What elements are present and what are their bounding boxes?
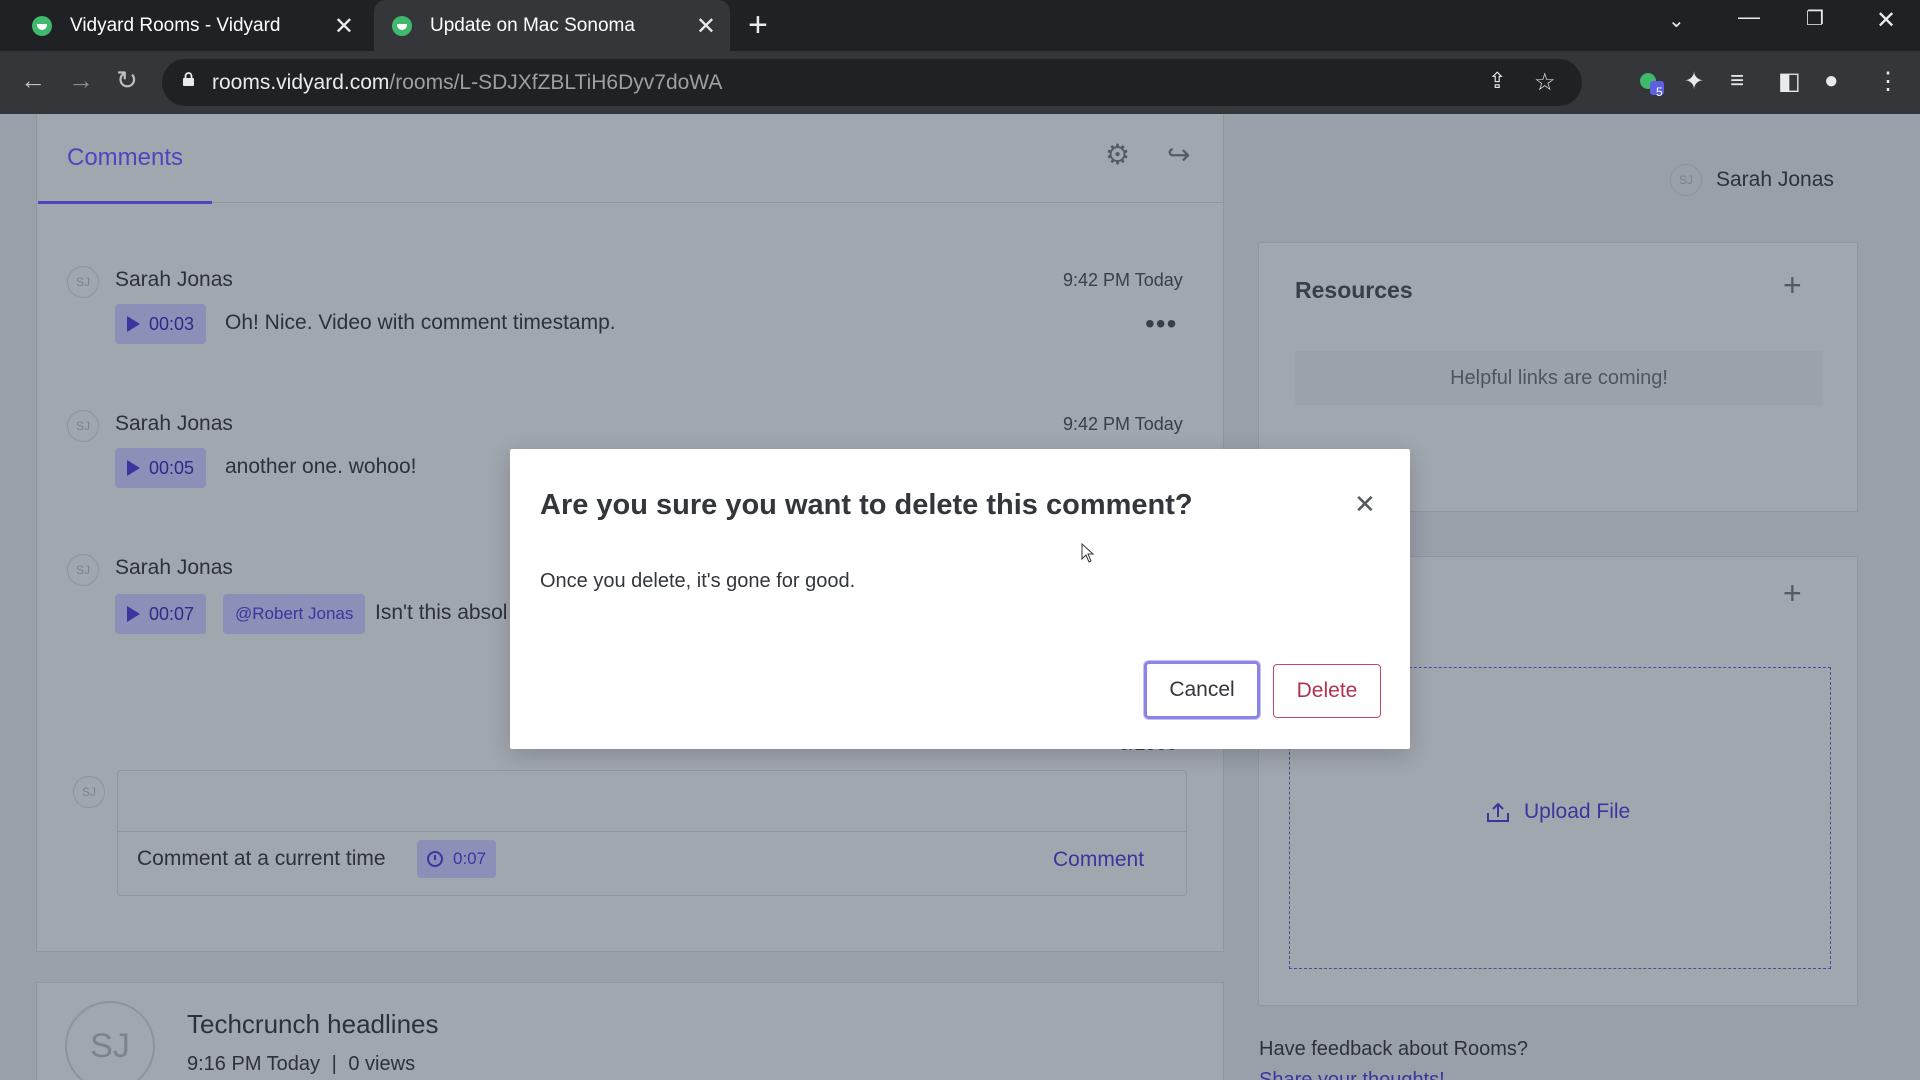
- comment-time: 9:42 PM Today: [1063, 270, 1183, 290]
- dialog-title: Are you sure you want to delete this com…: [540, 489, 1193, 521]
- share-icon[interactable]: ⇪: [1488, 68, 1506, 94]
- vidyard-favicon-icon: [392, 15, 412, 36]
- tab-comments[interactable]: Comments: [67, 144, 183, 172]
- avatar: SJ: [67, 410, 99, 442]
- upload-icon: [1487, 802, 1509, 822]
- feedback-question: Have feedback about Rooms?: [1259, 1038, 1529, 1060]
- vidyard-favicon-icon: [32, 15, 52, 36]
- avatar: SJ: [65, 1001, 155, 1080]
- comment-author: Sarah Jonas: [115, 556, 233, 579]
- current-time-label: 0:07: [453, 849, 487, 868]
- profile-icon[interactable]: ●: [1824, 67, 1839, 95]
- comment-submit-button[interactable]: Comment: [1053, 848, 1144, 872]
- lock-icon: [183, 72, 194, 86]
- browser-toolbar: ← → ↻ rooms.vidyard.com/rooms/L-SDJXfZBL…: [0, 51, 1920, 114]
- user-menu[interactable]: SJ Sarah Jonas: [1670, 164, 1834, 196]
- dialog-message: Once you delete, it's gone for good.: [540, 570, 856, 592]
- avatar: SJ: [67, 266, 99, 298]
- more-options-icon[interactable]: •••: [1145, 308, 1177, 340]
- forward-icon[interactable]: →: [68, 65, 94, 96]
- video-title[interactable]: Techcrunch headlines: [187, 1009, 439, 1040]
- reload-icon[interactable]: ↻: [116, 65, 138, 96]
- feedback-link[interactable]: Share your thoughts!: [1259, 1069, 1445, 1080]
- timestamp-label: 00:03: [149, 313, 195, 334]
- current-time-chip[interactable]: 0:07: [417, 840, 497, 878]
- video-card[interactable]: SJ Techcrunch headlines 9:16 PM Today | …: [36, 982, 1224, 1080]
- timestamp-label: 00:07: [149, 603, 195, 624]
- timestamp-chip[interactable]: 00:07: [115, 594, 207, 634]
- bookmark-star-icon[interactable]: ☆: [1534, 68, 1556, 97]
- avatar: SJ: [73, 776, 105, 808]
- timestamp-label: 00:05: [149, 457, 195, 478]
- timestamp-chip[interactable]: 00:05: [115, 448, 207, 488]
- browser-tab-update-mac-sonoma[interactable]: Update on Mac Sonoma ✕: [374, 0, 730, 51]
- extension-badge: 5: [1656, 85, 1663, 99]
- side-panel-icon[interactable]: ◧: [1778, 67, 1801, 96]
- video-meta: 9:16 PM Today | 0 views: [187, 1053, 415, 1076]
- composer-divider: [118, 831, 1186, 832]
- share-arrow-icon[interactable]: ↪: [1167, 138, 1190, 171]
- comment-author: Sarah Jonas: [115, 412, 233, 435]
- play-icon: [127, 460, 140, 476]
- mention-chip[interactable]: @Robert Jonas: [223, 594, 366, 634]
- close-tab-icon[interactable]: ✕: [334, 12, 354, 41]
- close-tab-icon[interactable]: ✕: [696, 12, 716, 41]
- comment-text: Isn't this absol: [375, 601, 508, 624]
- comment-text: another one. wohoo!: [225, 455, 417, 478]
- back-icon[interactable]: ←: [20, 65, 46, 96]
- comment-time: 9:42 PM Today: [1063, 414, 1183, 434]
- browser-tab-bar: Vidyard Rooms - Vidyard ✕ Update on Mac …: [0, 0, 1920, 51]
- timestamp-chip[interactable]: 00:03: [115, 304, 207, 344]
- app-root: Vidyard Rooms - Vidyard ✕ Update on Mac …: [0, 0, 1920, 1080]
- puzzle-extensions-icon[interactable]: ✦: [1684, 67, 1704, 96]
- mouse-cursor-icon: [1081, 543, 1095, 563]
- resources-empty-state: Helpful links are coming!: [1295, 351, 1823, 405]
- video-time: 9:16 PM Today: [187, 1053, 321, 1075]
- comment-text: Oh! Nice. Video with comment timestamp.: [225, 311, 616, 334]
- add-file-icon[interactable]: +: [1783, 575, 1802, 612]
- play-icon: [127, 316, 140, 332]
- cancel-button[interactable]: Cancel: [1144, 661, 1260, 719]
- browser-tab-vidyard-rooms[interactable]: Vidyard Rooms - Vidyard ✕: [0, 0, 368, 51]
- comment-author: Sarah Jonas: [115, 268, 233, 291]
- delete-button[interactable]: Delete: [1273, 664, 1381, 718]
- media-queue-icon[interactable]: ≡: [1730, 67, 1744, 95]
- url-path: /rooms/L-SDJXfZBLTiH6Dyv7doWA: [389, 71, 723, 94]
- window-close-icon[interactable]: ✕: [1876, 6, 1896, 35]
- upload-file-button[interactable]: Upload File: [1486, 800, 1630, 824]
- avatar: SJ: [67, 554, 99, 586]
- close-dialog-icon[interactable]: ✕: [1354, 489, 1376, 520]
- restore-icon[interactable]: ❐: [1806, 6, 1824, 31]
- user-name: Sarah Jonas: [1716, 168, 1834, 191]
- play-icon: [127, 606, 140, 622]
- upload-file-label: Upload File: [1524, 800, 1631, 823]
- add-resource-icon[interactable]: +: [1783, 267, 1802, 304]
- video-views: 0 views: [348, 1053, 416, 1075]
- avatar: SJ: [1670, 164, 1702, 196]
- meta-separator: |: [331, 1053, 337, 1075]
- address-bar[interactable]: rooms.vidyard.com/rooms/L-SDJXfZBLTiH6Dy…: [162, 59, 1582, 106]
- clock-icon: [427, 851, 443, 867]
- minimize-icon[interactable]: —: [1738, 4, 1760, 30]
- delete-comment-dialog: Are you sure you want to delete this com…: [510, 449, 1410, 749]
- resources-title: Resources: [1295, 277, 1413, 303]
- tab-search-chevron-icon[interactable]: ⌄: [1668, 8, 1685, 33]
- settings-gear-icon[interactable]: ⚙: [1105, 138, 1130, 171]
- tab-title: Vidyard Rooms - Vidyard: [70, 14, 281, 36]
- comment-composer[interactable]: [117, 770, 1187, 896]
- url-domain: rooms.vidyard.com: [212, 71, 390, 94]
- new-tab-icon[interactable]: +: [748, 6, 768, 45]
- url-text: rooms.vidyard.com/rooms/L-SDJXfZBLTiH6Dy…: [212, 71, 722, 95]
- tab-title: Update on Mac Sonoma: [430, 14, 635, 36]
- composer-label: Comment at a current time: [137, 847, 386, 870]
- tab-active-underline: [38, 201, 212, 204]
- browser-menu-icon[interactable]: ⋮: [1876, 67, 1900, 96]
- tab-divider: [38, 202, 1224, 203]
